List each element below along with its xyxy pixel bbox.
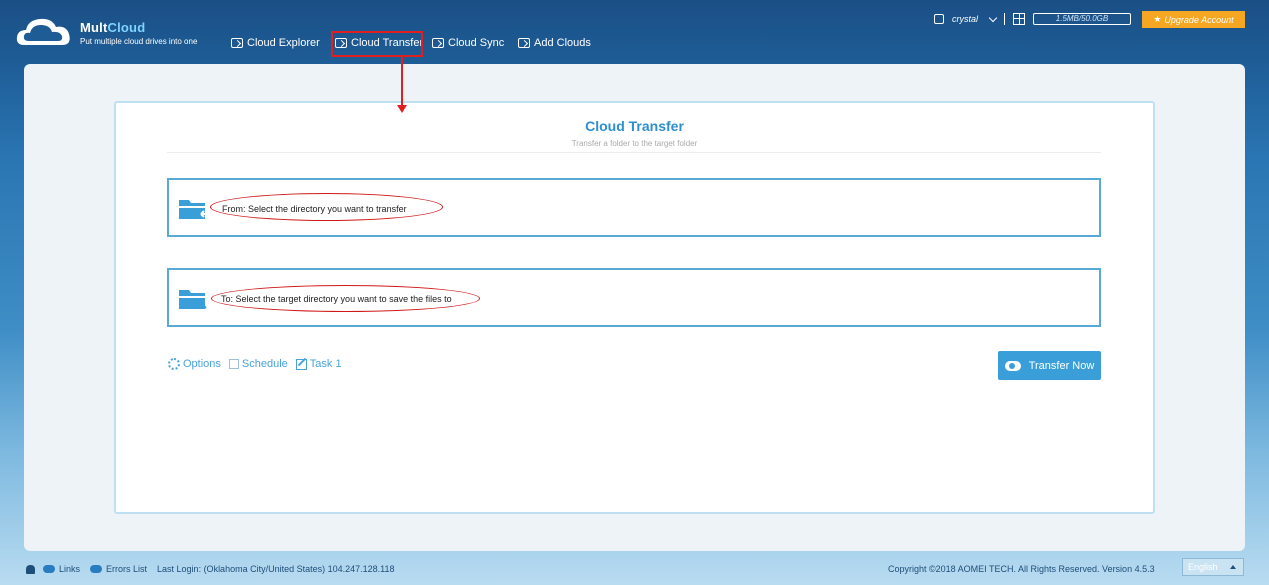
- divider: [1004, 13, 1006, 25]
- annotation-arrowhead: [397, 105, 407, 113]
- options-label: Options: [183, 358, 221, 370]
- task-name-label: Task 1: [309, 358, 342, 370]
- gift-icon[interactable]: [1013, 13, 1026, 25]
- errors-cloud-icon: [90, 565, 103, 573]
- upgrade-account-label: Upgrade Account: [1164, 14, 1234, 25]
- user-area: crystal 1.5MB/50.0GB: [934, 13, 1132, 25]
- sync-icon: [432, 38, 444, 48]
- last-login-text: Last Login: (Oklahoma City/United States…: [157, 564, 395, 574]
- nav-add-clouds-label: Add Clouds: [534, 37, 591, 49]
- task-name-edit[interactable]: Task 1: [295, 358, 342, 370]
- star-icon: ★: [1153, 14, 1162, 24]
- links-cloud-icon: [43, 565, 55, 573]
- chevron-up-icon: [1230, 565, 1236, 569]
- language-select[interactable]: English: [1182, 558, 1244, 576]
- annotation-ellipse-to: [211, 285, 480, 312]
- errors-list-link[interactable]: Errors List: [106, 564, 147, 574]
- gear-icon: [168, 358, 180, 370]
- transfer-now-label: Transfer Now: [1028, 359, 1095, 372]
- footer-left: Links Errors List Last Login: (Oklahoma …: [26, 564, 395, 574]
- user-icon[interactable]: [934, 14, 944, 24]
- edit-icon: [295, 358, 307, 370]
- footer: Links Errors List Last Login: (Oklahoma …: [0, 558, 1269, 580]
- brand-tagline: Put multiple cloud drives into one: [80, 37, 198, 46]
- add-icon: [518, 38, 530, 48]
- title-divider: [167, 152, 1101, 153]
- nav-cloud-sync[interactable]: Cloud Sync: [432, 37, 504, 49]
- user-name[interactable]: crystal: [952, 14, 978, 24]
- nav-cloud-explorer[interactable]: Cloud Explorer: [231, 37, 320, 49]
- options-link[interactable]: Options: [168, 358, 221, 370]
- annotation-ellipse-from: [210, 193, 443, 221]
- schedule-checkbox[interactable]: [228, 359, 239, 369]
- nav-cloud-sync-label: Cloud Sync: [448, 37, 505, 49]
- folder-source-icon: [179, 200, 209, 219]
- top-bar: MultCloud Put multiple cloud drives into…: [0, 0, 1269, 62]
- bell-icon[interactable]: [26, 564, 35, 574]
- upgrade-account-button[interactable]: ★ Upgrade Account: [1142, 11, 1245, 28]
- schedule-option[interactable]: Schedule: [228, 358, 288, 370]
- page-subtitle: Transfer a folder to the target folder: [571, 139, 698, 148]
- explorer-icon: [231, 38, 243, 48]
- nav-cloud-explorer-label: Cloud Explorer: [247, 37, 320, 49]
- copyright-text: Copyright ©2018 AOMEI TECH. All Rights R…: [888, 564, 1155, 574]
- schedule-label: Schedule: [241, 358, 288, 370]
- language-value: English: [1188, 562, 1218, 572]
- storage-quota: 1.5MB/50.0GB: [1033, 13, 1132, 25]
- annotation-arrow-line: [401, 57, 403, 107]
- links-link[interactable]: Links: [59, 564, 80, 574]
- folder-target-icon: [179, 290, 207, 309]
- transfer-now-button[interactable]: Transfer Now: [998, 351, 1101, 380]
- page-title: Cloud Transfer: [585, 118, 684, 134]
- nav-add-clouds[interactable]: Add Clouds: [518, 37, 591, 49]
- cloud-transfer-icon: [1004, 360, 1021, 371]
- active-nav-highlight: [331, 31, 423, 57]
- chevron-down-icon[interactable]: [988, 13, 998, 22]
- multcloud-logo-icon[interactable]: [16, 15, 72, 49]
- transfer-options-bar: Options Schedule Task 1: [168, 358, 350, 370]
- brand-name: MultCloud: [80, 20, 146, 35]
